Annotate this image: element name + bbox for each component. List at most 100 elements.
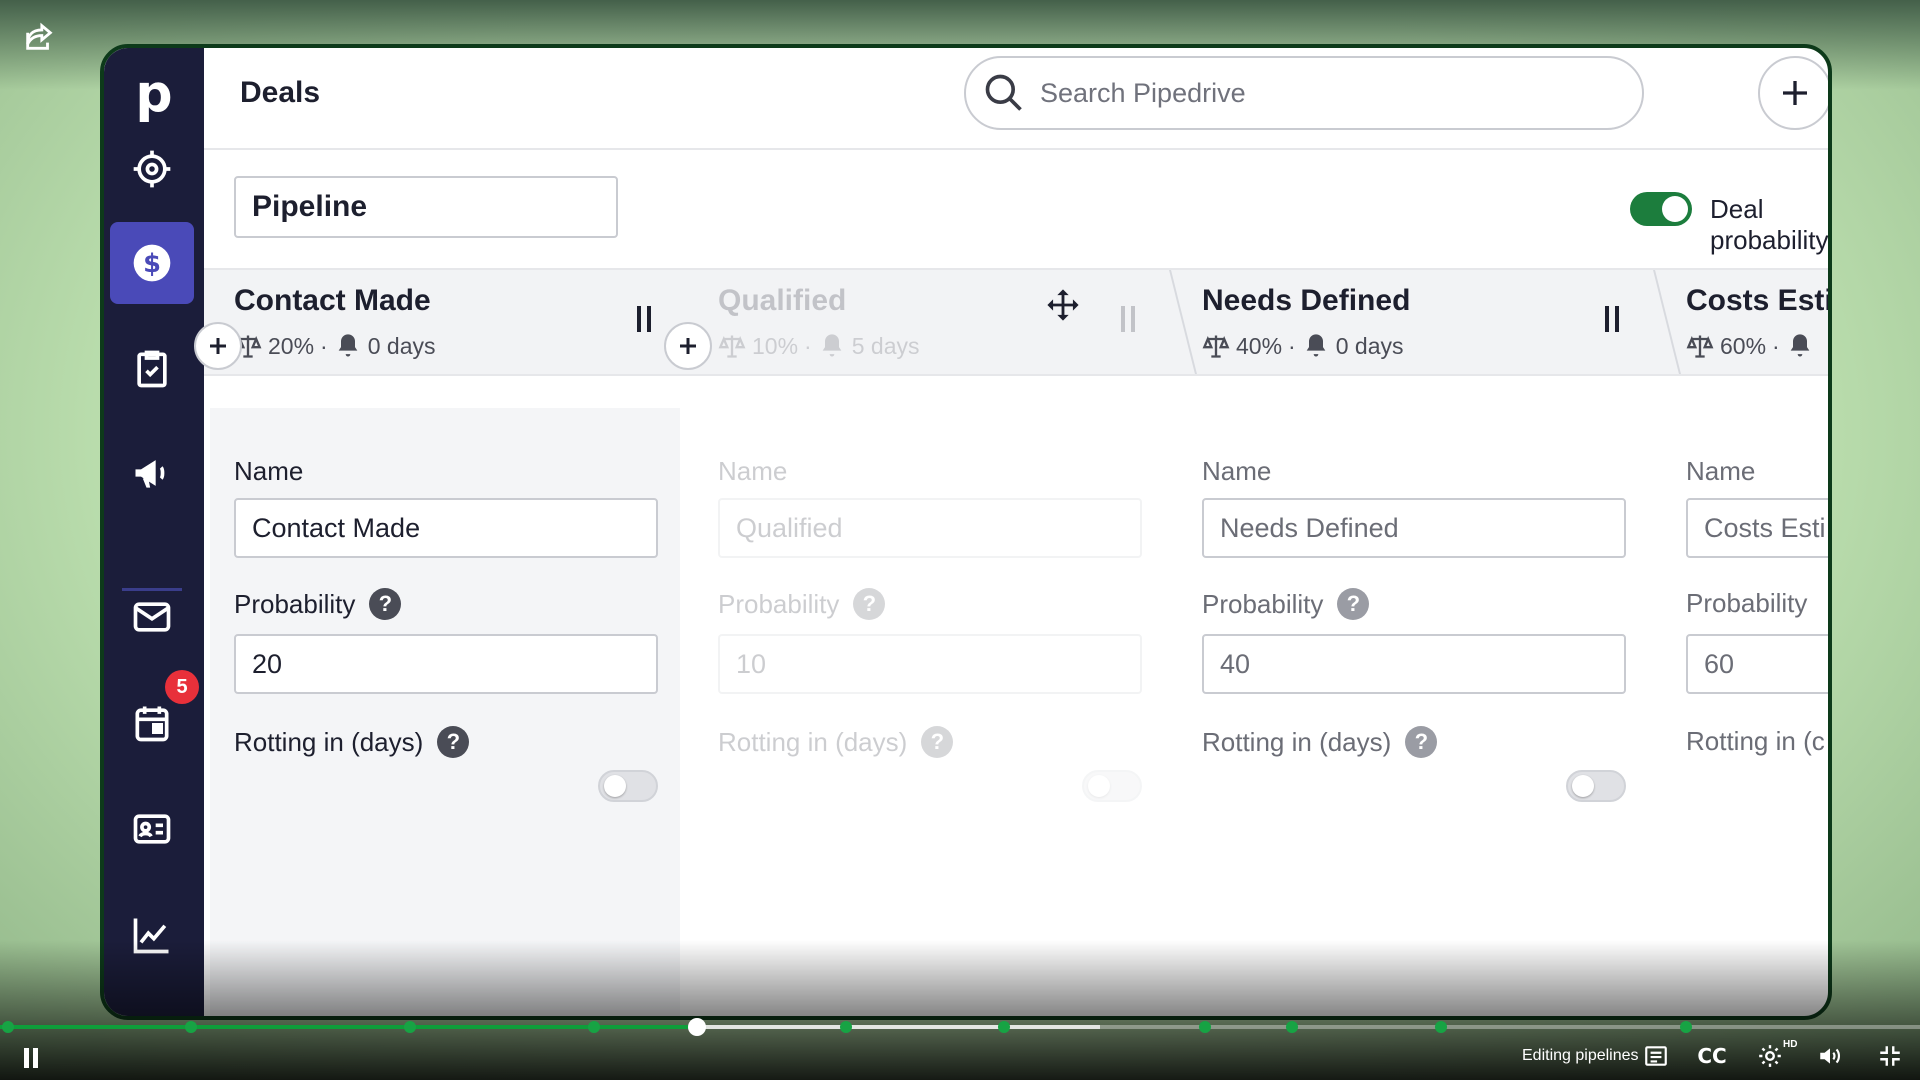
add-stage-between-button[interactable] bbox=[664, 322, 712, 370]
search-icon bbox=[985, 74, 1022, 111]
bell-icon bbox=[1790, 334, 1810, 357]
stage-header-needs-defined[interactable]: Needs Defined 40% · 0 days bbox=[1172, 270, 1656, 374]
pipeline-name-input[interactable]: Pipeline bbox=[234, 176, 618, 238]
stage-header-contact-made[interactable]: Contact Made 20% · 0 days bbox=[204, 270, 688, 374]
chapter-title: Editing pipelines bbox=[1522, 1047, 1639, 1064]
help-icon[interactable]: ? bbox=[1337, 588, 1370, 620]
volume-icon[interactable] bbox=[1814, 1040, 1846, 1072]
scale-icon bbox=[718, 335, 746, 358]
probability-input[interactable]: 20 bbox=[234, 634, 658, 694]
mail-icon[interactable] bbox=[110, 576, 194, 658]
chapter-marker[interactable] bbox=[2, 1021, 14, 1033]
stage-title: Needs Defined bbox=[1202, 284, 1411, 317]
bell-icon bbox=[1306, 334, 1326, 357]
page-title: Deals bbox=[240, 76, 321, 109]
stage-name-input[interactable]: Qualified bbox=[718, 498, 1142, 558]
main-area: Deals Search Pipedrive Pipeline Deal pro… bbox=[194, 48, 1828, 1016]
probability-input[interactable]: 10 bbox=[718, 634, 1142, 694]
rotting-label-text: Rotting in (days) bbox=[234, 726, 424, 757]
stage-probability: 20% bbox=[268, 332, 315, 359]
buffered-bar bbox=[696, 1025, 1101, 1029]
drag-handle-icon[interactable] bbox=[1602, 304, 1622, 334]
help-icon[interactable]: ? bbox=[369, 588, 402, 620]
add-stage-before-button[interactable] bbox=[194, 322, 242, 370]
plus-icon bbox=[1783, 81, 1807, 105]
rotting-label: Rotting in (days) ? bbox=[718, 726, 954, 758]
stage-probability: 60% bbox=[1720, 332, 1767, 359]
chapter-marker[interactable] bbox=[1199, 1021, 1211, 1033]
meta-separator: · bbox=[1772, 332, 1780, 359]
stage-header-costs-estimated[interactable]: Costs Esti 60% · bbox=[1656, 270, 1832, 374]
plus-icon bbox=[210, 338, 226, 354]
chapter-marker[interactable] bbox=[404, 1021, 416, 1033]
help-icon[interactable]: ? bbox=[921, 726, 954, 758]
stage-rotting: 0 days bbox=[367, 332, 436, 359]
drag-handle-icon[interactable] bbox=[1118, 304, 1138, 334]
stage-name-input[interactable]: Needs Defined bbox=[1202, 498, 1626, 558]
probability-label-text: Probability bbox=[1202, 588, 1324, 619]
bell-icon bbox=[338, 334, 358, 357]
chapter-marker[interactable] bbox=[588, 1021, 600, 1033]
chapter-marker[interactable] bbox=[998, 1021, 1010, 1033]
probability-label: Probability ? bbox=[718, 588, 886, 620]
stage-name-input[interactable]: Costs Esti bbox=[1686, 498, 1828, 558]
chapter-marker[interactable] bbox=[840, 1021, 852, 1033]
probability-label: Probability ? bbox=[234, 588, 402, 620]
rotting-label: Rotting in (days) ? bbox=[1202, 726, 1438, 758]
stage-editor-qualified: Name Qualified Probability ? 10 Rotting … bbox=[694, 408, 1164, 1016]
quick-add-button[interactable] bbox=[1758, 56, 1828, 130]
pipedrive-logo[interactable]: p bbox=[104, 66, 204, 126]
stage-meta: 40% · 0 days bbox=[1202, 332, 1403, 360]
target-icon[interactable] bbox=[110, 128, 194, 210]
stage-title: Costs Esti bbox=[1686, 284, 1832, 317]
probability-input[interactable]: 40 bbox=[1202, 634, 1626, 694]
deal-probability-toggle[interactable] bbox=[1630, 192, 1692, 226]
scrubber-handle[interactable] bbox=[687, 1018, 706, 1036]
calendar-icon[interactable]: 5 bbox=[110, 670, 199, 764]
stage-header-qualified[interactable]: Qualified 10% · 5 days bbox=[688, 270, 1172, 374]
drag-handle-icon[interactable] bbox=[634, 304, 654, 334]
stage-probability: 10% bbox=[752, 332, 799, 359]
rotting-label-text: Rotting in (days) bbox=[1202, 726, 1392, 757]
rotting-toggle[interactable] bbox=[598, 770, 658, 802]
top-bar: Deals Search Pipedrive bbox=[204, 48, 1828, 150]
help-icon[interactable]: ? bbox=[853, 588, 886, 620]
cc-label: CC bbox=[1697, 1044, 1727, 1068]
clipboard-check-icon[interactable] bbox=[110, 328, 194, 410]
video-progress-bar[interactable] bbox=[0, 1018, 1920, 1036]
chapter-marker[interactable] bbox=[1435, 1021, 1447, 1033]
probability-label: Probability ? bbox=[1202, 588, 1370, 620]
share-icon[interactable] bbox=[22, 20, 56, 54]
dollar-icon[interactable]: $ bbox=[110, 222, 194, 304]
meta-separator: · bbox=[804, 332, 812, 359]
gear-icon[interactable] bbox=[1754, 1040, 1786, 1072]
stage-name-input[interactable]: Contact Made bbox=[234, 498, 658, 558]
name-label: Name bbox=[718, 456, 788, 486]
search-input[interactable]: Search Pipedrive bbox=[964, 56, 1644, 130]
hd-badge: HD bbox=[1783, 1039, 1798, 1050]
chapter-marker[interactable] bbox=[1286, 1021, 1298, 1033]
svg-text:$: $ bbox=[143, 249, 161, 279]
name-label: Name bbox=[234, 456, 304, 486]
stage-probability: 40% bbox=[1236, 332, 1283, 359]
probability-input[interactable]: 60 bbox=[1686, 634, 1828, 694]
megaphone-icon[interactable] bbox=[110, 432, 194, 514]
calendar-badge: 5 bbox=[165, 670, 199, 704]
pause-button[interactable] bbox=[22, 1048, 40, 1068]
chapters-list-icon[interactable] bbox=[1640, 1040, 1672, 1072]
contact-card-icon[interactable] bbox=[110, 788, 194, 870]
rotting-toggle[interactable] bbox=[1566, 770, 1626, 802]
chapter-marker[interactable] bbox=[185, 1021, 197, 1033]
scale-icon bbox=[1202, 335, 1230, 358]
rotting-label: Rotting in (c bbox=[1686, 726, 1825, 756]
exit-fullscreen-icon[interactable] bbox=[1874, 1040, 1906, 1072]
name-label: Name bbox=[1202, 456, 1272, 486]
chapter-marker[interactable] bbox=[1680, 1021, 1692, 1033]
bell-icon bbox=[822, 334, 842, 357]
help-icon[interactable]: ? bbox=[1405, 726, 1438, 758]
meta-separator: · bbox=[320, 332, 328, 359]
captions-button[interactable]: CC bbox=[1694, 1040, 1730, 1072]
rotting-toggle[interactable] bbox=[1082, 770, 1142, 802]
help-icon[interactable]: ? bbox=[437, 726, 470, 758]
stages-header-bar: Contact Made 20% · 0 days Qualified 10% … bbox=[204, 268, 1828, 376]
